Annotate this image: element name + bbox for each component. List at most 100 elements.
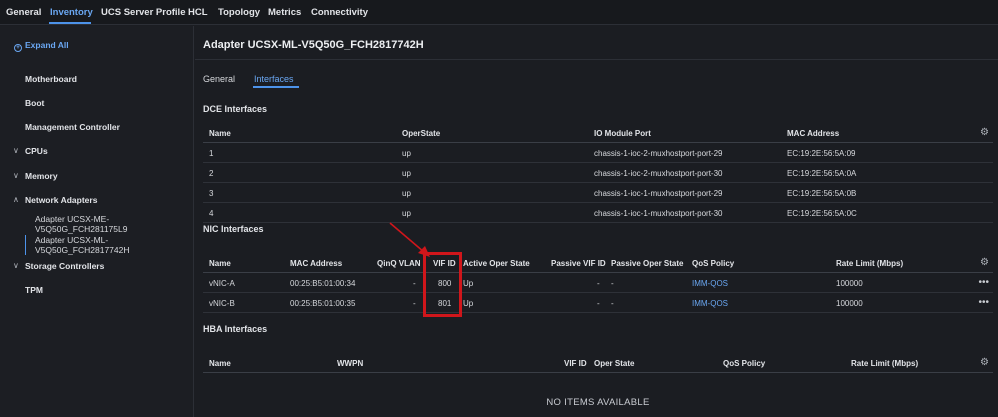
cell-qinq-vlan: - bbox=[413, 299, 416, 308]
tab-general[interactable]: General bbox=[203, 74, 235, 84]
cell-operstate: up bbox=[402, 149, 411, 158]
tab-metrics[interactable]: Metrics bbox=[268, 7, 301, 18]
cell-name: 3 bbox=[209, 189, 214, 198]
cell-rate-limit: 100000 bbox=[836, 299, 863, 308]
top-nav: General Inventory UCS Server Profile HCL… bbox=[0, 0, 998, 25]
sidebar-item-motherboard[interactable]: Motherboard bbox=[25, 74, 77, 84]
table-header: Name OperState IO Module Port MAC Addres… bbox=[203, 123, 993, 143]
chevron-down-icon[interactable]: ∨ bbox=[13, 171, 19, 180]
cell-passive-vif-id: - bbox=[597, 299, 600, 308]
dce-interfaces-title: DCE Interfaces bbox=[203, 104, 268, 114]
sidebar-item-cpus[interactable]: CPUs bbox=[25, 146, 48, 156]
col-qos-policy[interactable]: QoS Policy bbox=[723, 359, 765, 368]
active-tab-underline bbox=[49, 22, 91, 24]
col-vif-id[interactable]: VIF ID bbox=[564, 359, 587, 368]
cell-mac-address: EC:19:2E:56:5A:0B bbox=[787, 189, 857, 198]
empty-state-message: NO ITEMS AVAILABLE bbox=[546, 397, 650, 408]
more-options-icon[interactable]: ••• bbox=[978, 297, 989, 308]
col-name[interactable]: Name bbox=[209, 259, 231, 268]
vif-id-highlight-box bbox=[423, 252, 462, 317]
col-mac-address[interactable]: MAC Address bbox=[290, 259, 342, 268]
cell-qinq-vlan: - bbox=[413, 279, 416, 288]
cell-mac-address: EC:19:2E:56:5A:0C bbox=[787, 209, 857, 218]
col-active-oper-state[interactable]: Active Oper State bbox=[463, 259, 530, 268]
main-panel: Adapter UCSX-ML-V5Q50G_FCH2817742H Gener… bbox=[195, 26, 998, 417]
selected-indicator bbox=[25, 235, 26, 255]
sidebar-item-tpm[interactable]: TPM bbox=[25, 285, 43, 295]
qos-policy-link[interactable]: IMM-QOS bbox=[692, 279, 728, 288]
table-row[interactable]: vNIC-B 00:25:B5:01:00:35 - 801 Up - - IM… bbox=[203, 293, 993, 313]
divider bbox=[195, 59, 998, 60]
chevron-down-icon[interactable]: ∨ bbox=[13, 146, 19, 155]
cell-name: vNIC-A bbox=[209, 279, 235, 288]
table-header: Name WWPN VIF ID Oper State QoS Policy R… bbox=[203, 352, 993, 373]
col-name[interactable]: Name bbox=[209, 359, 231, 368]
adapter-me-line2: V5Q50G_FCH281175L9 bbox=[35, 224, 128, 234]
cell-name: vNIC-B bbox=[209, 299, 235, 308]
cell-io-module-port: chassis-1-ioc-1-muxhostport-port-29 bbox=[594, 189, 723, 198]
cell-name: 4 bbox=[209, 209, 214, 218]
nic-interfaces-title: NIC Interfaces bbox=[203, 224, 264, 234]
tab-inventory[interactable]: Inventory bbox=[50, 7, 93, 18]
table-row[interactable]: 3 up chassis-1-ioc-1-muxhostport-port-29… bbox=[203, 183, 993, 203]
table-row[interactable]: 4 up chassis-1-ioc-1-muxhostport-port-30… bbox=[203, 203, 993, 223]
tab-interfaces[interactable]: Interfaces bbox=[254, 74, 294, 84]
tab-general[interactable]: General bbox=[6, 7, 41, 18]
tab-hcl[interactable]: HCL bbox=[188, 7, 208, 18]
gear-icon[interactable]: ⚙ bbox=[980, 357, 989, 368]
col-io-module-port[interactable]: IO Module Port bbox=[594, 129, 651, 138]
col-rate-limit[interactable]: Rate Limit (Mbps) bbox=[851, 359, 918, 368]
chevron-down-icon[interactable]: ∨ bbox=[13, 261, 19, 270]
qos-policy-link[interactable]: IMM-QOS bbox=[692, 299, 728, 308]
cell-name: 1 bbox=[209, 149, 214, 158]
cell-active-oper-state: Up bbox=[463, 279, 474, 288]
col-wwpn[interactable]: WWPN bbox=[337, 359, 363, 368]
tab-connectivity[interactable]: Connectivity bbox=[311, 7, 368, 18]
tab-ucs-server-profile[interactable]: UCS Server Profile bbox=[101, 7, 185, 18]
sidebar-item-management-controller[interactable]: Management Controller bbox=[25, 122, 120, 132]
expand-all-label: Expand All bbox=[25, 40, 69, 50]
hba-interfaces-title: HBA Interfaces bbox=[203, 324, 268, 334]
cell-mac-address: EC:19:2E:56:5A:0A bbox=[787, 169, 857, 178]
cell-passive-oper-state: - bbox=[611, 279, 614, 288]
cell-mac-address: EC:19:2E:56:5A:09 bbox=[787, 149, 856, 158]
chevron-up-icon[interactable]: ∧ bbox=[13, 195, 19, 204]
adapter-ml-line2: V5Q50G_FCH2817742H bbox=[35, 245, 130, 255]
cell-io-module-port: chassis-1-ioc-2-muxhostport-port-29 bbox=[594, 149, 723, 158]
gear-icon[interactable]: ⚙ bbox=[980, 257, 989, 268]
gear-icon[interactable]: ⚙ bbox=[980, 127, 989, 138]
table-row[interactable]: vNIC-A 00:25:B5:01:00:34 - 800 Up - - IM… bbox=[203, 273, 993, 293]
col-oper-state[interactable]: Oper State bbox=[594, 359, 634, 368]
sidebar: + Expand All Motherboard Boot Management … bbox=[0, 26, 194, 417]
cell-io-module-port: chassis-1-ioc-1-muxhostport-port-30 bbox=[594, 209, 723, 218]
col-mac-address[interactable]: MAC Address bbox=[787, 129, 839, 138]
expand-all-icon: + bbox=[14, 44, 22, 52]
col-qos-policy[interactable]: QoS Policy bbox=[692, 259, 734, 268]
table-row[interactable]: 2 up chassis-1-ioc-2-muxhostport-port-30… bbox=[203, 163, 993, 183]
tab-topology[interactable]: Topology bbox=[218, 7, 260, 18]
page-title: Adapter UCSX-ML-V5Q50G_FCH2817742H bbox=[203, 39, 424, 51]
active-tab-underline bbox=[253, 86, 299, 88]
more-options-icon[interactable]: ••• bbox=[978, 277, 989, 288]
cell-passive-oper-state: - bbox=[611, 299, 614, 308]
sidebar-item-storage-controllers[interactable]: Storage Controllers bbox=[25, 261, 104, 271]
sidebar-item-boot[interactable]: Boot bbox=[25, 98, 44, 108]
col-rate-limit[interactable]: Rate Limit (Mbps) bbox=[836, 259, 903, 268]
sidebar-subitem-adapter-ml[interactable]: Adapter UCSX-ML- V5Q50G_FCH2817742H bbox=[35, 235, 130, 255]
expand-all-button[interactable]: + Expand All bbox=[14, 40, 69, 52]
cell-rate-limit: 100000 bbox=[836, 279, 863, 288]
sidebar-item-memory[interactable]: Memory bbox=[25, 171, 58, 181]
cell-mac-address: 00:25:B5:01:00:34 bbox=[290, 279, 356, 288]
cell-name: 2 bbox=[209, 169, 214, 178]
cell-active-oper-state: Up bbox=[463, 299, 474, 308]
cell-passive-vif-id: - bbox=[597, 279, 600, 288]
table-row[interactable]: 1 up chassis-1-ioc-2-muxhostport-port-29… bbox=[203, 143, 993, 163]
sidebar-item-network-adapters[interactable]: Network Adapters bbox=[25, 195, 97, 205]
cell-io-module-port: chassis-1-ioc-2-muxhostport-port-30 bbox=[594, 169, 723, 178]
col-operstate[interactable]: OperState bbox=[402, 129, 440, 138]
col-passive-vif-id[interactable]: Passive VIF ID bbox=[551, 259, 606, 268]
col-name[interactable]: Name bbox=[209, 129, 231, 138]
cell-mac-address: 00:25:B5:01:00:35 bbox=[290, 299, 356, 308]
sidebar-subitem-adapter-me[interactable]: Adapter UCSX-ME- V5Q50G_FCH281175L9 bbox=[35, 214, 127, 234]
col-passive-oper-state[interactable]: Passive Oper State bbox=[611, 259, 683, 268]
